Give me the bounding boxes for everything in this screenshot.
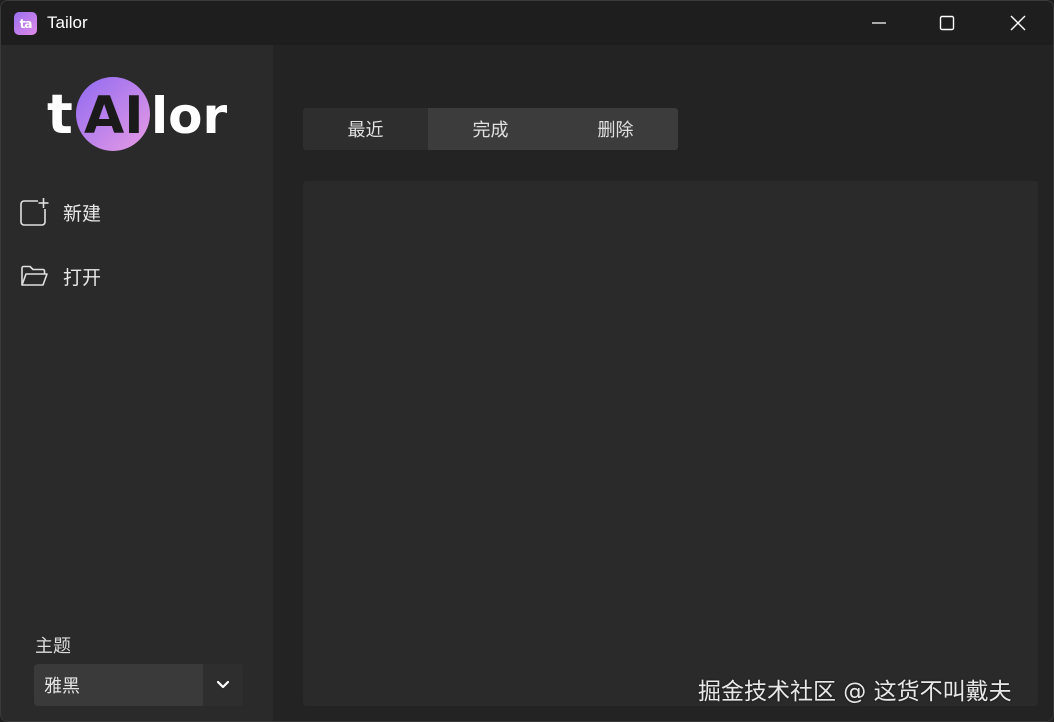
theme-select[interactable]: 雅黑 [34, 664, 243, 706]
maximize-icon [939, 15, 955, 31]
close-icon [1010, 15, 1026, 31]
theme-dropdown-toggle[interactable] [203, 664, 243, 706]
tab-deleted[interactable]: 删除 [553, 108, 678, 150]
title-bar[interactable]: ta Tailor [1, 1, 1053, 45]
maximize-button[interactable] [912, 1, 982, 45]
close-button[interactable] [983, 1, 1053, 45]
watermark: 掘金技术社区 @ 这货不叫戴夫 [698, 679, 1012, 705]
window-title: Tailor [47, 13, 88, 32]
app-icon: ta [14, 12, 37, 35]
app-window: ta Tailor t AI lor 新建 打开 主题 雅黑 最近 完成 删除 … [0, 0, 1054, 722]
logo-text-right: lor [151, 87, 227, 145]
minimize-button[interactable] [844, 1, 914, 45]
chevron-down-icon [216, 680, 230, 689]
logo-text-left: t [47, 83, 73, 146]
new-file-icon [20, 197, 49, 226]
sidebar: t AI lor 新建 打开 主题 雅黑 [1, 45, 273, 721]
theme-selected-value: 雅黑 [44, 676, 80, 697]
sidebar-item-label: 新建 [63, 202, 102, 225]
sidebar-item-label: 打开 [63, 266, 102, 289]
content-panel [303, 181, 1038, 706]
folder-open-icon [21, 265, 48, 286]
tab-bar: 最近 完成 删除 [303, 108, 678, 150]
theme-label: 主题 [35, 636, 71, 657]
tab-completed[interactable]: 完成 [428, 108, 553, 150]
minimize-icon [872, 22, 886, 24]
sidebar-item-new[interactable]: 新建 [19, 194, 239, 230]
tab-recent[interactable]: 最近 [303, 108, 428, 150]
logo-text-middle: AI [84, 86, 144, 146]
sidebar-item-open[interactable]: 打开 [19, 258, 239, 294]
main-area: 最近 完成 删除 [273, 45, 1053, 721]
logo: t AI lor [47, 77, 227, 151]
